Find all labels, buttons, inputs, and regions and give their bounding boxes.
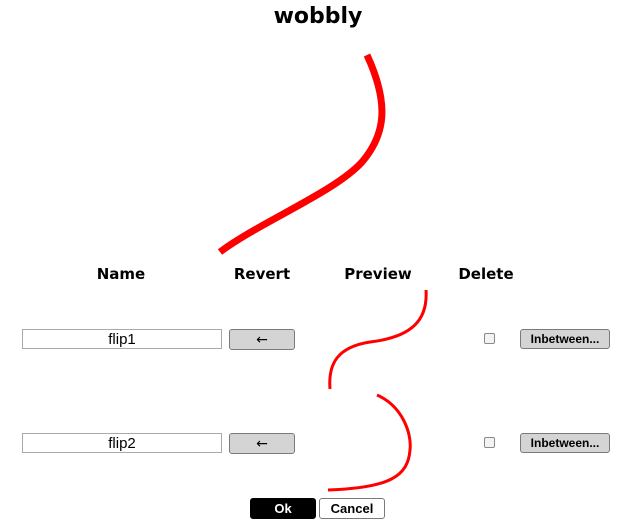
dialog-title: wobbly: [273, 4, 363, 29]
ok-button[interactable]: Ok: [250, 498, 316, 519]
inbetween-button[interactable]: Inbetween...: [520, 329, 610, 349]
flip-preview: [328, 289, 428, 390]
flip-editor-dialog: wobbly Name Revert Preview Delete ← Inbe…: [0, 0, 630, 530]
revert-button[interactable]: ←: [229, 433, 295, 454]
delete-checkbox[interactable]: [484, 333, 495, 344]
main-curve-stroke: [217, 53, 386, 255]
column-header-preview: Preview: [344, 265, 412, 283]
inbetween-button[interactable]: Inbetween...: [520, 433, 610, 453]
flip-name-input[interactable]: [22, 329, 222, 349]
flip-preview: [327, 393, 412, 492]
delete-checkbox[interactable]: [484, 437, 495, 448]
column-header-revert: Revert: [233, 265, 291, 283]
flip-name-input[interactable]: [22, 433, 222, 453]
revert-button[interactable]: ←: [229, 329, 295, 350]
flip-preview-curve: [327, 393, 412, 492]
column-header-delete: Delete: [458, 265, 514, 283]
column-header-name: Name: [96, 265, 146, 283]
cancel-button[interactable]: Cancel: [319, 498, 385, 519]
flip-preview-curve: [328, 289, 428, 390]
